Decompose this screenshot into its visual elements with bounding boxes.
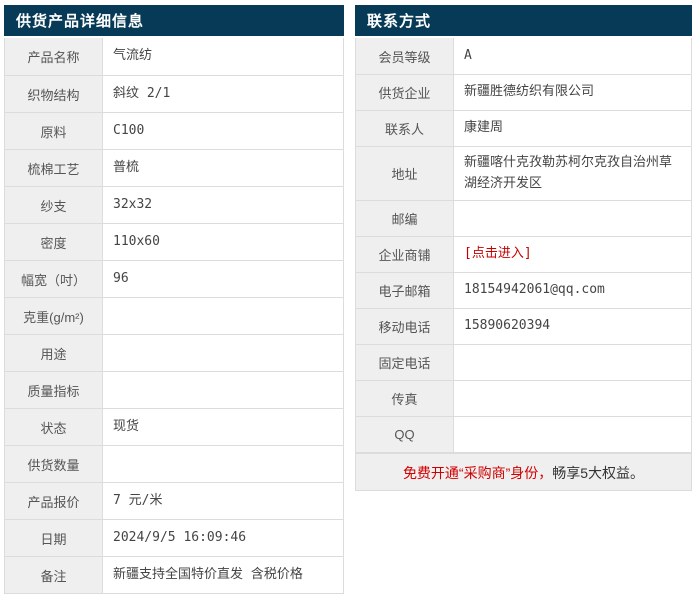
row-value: 2024/9/5 16:09:46: [103, 520, 343, 556]
row-value: [454, 345, 691, 380]
table-row: 织物结构 斜纹 2/1: [5, 75, 343, 112]
row-value: [103, 298, 343, 334]
contact-title: 联系方式: [355, 5, 692, 38]
table-row: 会员等级 A: [356, 38, 691, 74]
row-value: 普梳: [103, 150, 343, 186]
product-details-title: 供货产品详细信息: [4, 5, 344, 38]
row-label: 克重(g/m²): [5, 298, 103, 334]
table-row: 密度 110x60: [5, 223, 343, 260]
table-row: 产品报价 7 元/米: [5, 482, 343, 519]
row-label: 企业商铺: [356, 237, 454, 272]
table-row: 企业商铺 [点击进入]: [356, 236, 691, 272]
row-label: 产品报价: [5, 483, 103, 519]
table-row: 移动电话 15890620394: [356, 308, 691, 344]
table-row: 产品名称 气流纺: [5, 38, 343, 75]
table-row: 供货数量: [5, 445, 343, 482]
row-label: 梳棉工艺: [5, 150, 103, 186]
row-value: 15890620394: [454, 309, 691, 344]
row-label: 产品名称: [5, 38, 103, 75]
table-row: 备注 新疆支持全国特价直发 含税价格: [5, 556, 343, 593]
row-value: 110x60: [103, 224, 343, 260]
row-label: 状态: [5, 409, 103, 445]
table-row: 传真: [356, 380, 691, 416]
table-row: QQ: [356, 416, 691, 452]
promo-benefits-text: 畅享5大权益。: [552, 465, 644, 481]
table-row: 邮编: [356, 200, 691, 236]
row-label: 邮编: [356, 201, 454, 236]
row-label: 会员等级: [356, 38, 454, 74]
product-details-table: 产品名称 气流纺 织物结构 斜纹 2/1 原料 C100 梳棉工艺 普梳 纱支 …: [4, 38, 344, 594]
table-row: 用途: [5, 334, 343, 371]
table-row: 质量指标: [5, 371, 343, 408]
row-label: 固定电话: [356, 345, 454, 380]
table-row: 纱支 32x32: [5, 186, 343, 223]
table-row: 联系人 康建周: [356, 110, 691, 146]
row-value: C100: [103, 113, 343, 149]
product-details-panel: 供货产品详细信息 产品名称 气流纺 织物结构 斜纹 2/1 原料 C100 梳棉…: [4, 5, 344, 594]
row-label: 幅宽（吋）: [5, 261, 103, 297]
row-value: 7 元/米: [103, 483, 343, 519]
table-row: 状态 现货: [5, 408, 343, 445]
row-label: 密度: [5, 224, 103, 260]
row-label: 纱支: [5, 187, 103, 223]
promo-signup-link[interactable]: 免费开通“采购商”身份，: [403, 465, 552, 481]
row-value: 康建周: [454, 111, 691, 146]
contact-table: 会员等级 A 供货企业 新疆胜德纺织有限公司 联系人 康建周 地址 新疆喀什克孜…: [355, 38, 692, 453]
row-value: 气流纺: [103, 38, 343, 75]
table-row: 电子邮箱 18154942061@qq.com: [356, 272, 691, 308]
row-value: 现货: [103, 409, 343, 445]
row-label: 织物结构: [5, 76, 103, 112]
row-label: 供货企业: [356, 75, 454, 110]
row-label: 移动电话: [356, 309, 454, 344]
table-row: 供货企业 新疆胜德纺织有限公司: [356, 74, 691, 110]
buyer-promo-banner: 免费开通“采购商”身份，畅享5大权益。: [355, 453, 692, 491]
row-label: 地址: [356, 147, 454, 200]
contact-panel: 联系方式 会员等级 A 供货企业 新疆胜德纺织有限公司 联系人 康建周 地址 新…: [355, 5, 692, 491]
row-value: 斜纹 2/1: [103, 76, 343, 112]
row-value: [103, 446, 343, 482]
row-value: 新疆胜德纺织有限公司: [454, 75, 691, 110]
row-value: [103, 335, 343, 371]
table-row: 固定电话: [356, 344, 691, 380]
row-value: 18154942061@qq.com: [454, 273, 691, 308]
row-label: 供货数量: [5, 446, 103, 482]
row-value: 32x32: [103, 187, 343, 223]
row-value: [454, 201, 691, 236]
row-value: [454, 417, 691, 452]
row-value: A: [454, 38, 691, 74]
row-label: 用途: [5, 335, 103, 371]
row-label: 质量指标: [5, 372, 103, 408]
row-label: 备注: [5, 557, 103, 593]
row-label: 原料: [5, 113, 103, 149]
row-label: QQ: [356, 417, 454, 452]
shop-enter-link[interactable]: [点击进入]: [454, 237, 691, 272]
row-label: 联系人: [356, 111, 454, 146]
row-value: [454, 381, 691, 416]
row-value: 新疆喀什克孜勒苏柯尔克孜自治州草湖经济开发区: [454, 147, 691, 200]
table-row: 原料 C100: [5, 112, 343, 149]
table-row: 幅宽（吋） 96: [5, 260, 343, 297]
table-row: 克重(g/m²): [5, 297, 343, 334]
row-value: [103, 372, 343, 408]
row-label: 传真: [356, 381, 454, 416]
row-value: 新疆支持全国特价直发 含税价格: [103, 557, 343, 593]
table-row: 梳棉工艺 普梳: [5, 149, 343, 186]
table-row: 地址 新疆喀什克孜勒苏柯尔克孜自治州草湖经济开发区: [356, 146, 691, 200]
row-label: 电子邮箱: [356, 273, 454, 308]
table-row: 日期 2024/9/5 16:09:46: [5, 519, 343, 556]
row-label: 日期: [5, 520, 103, 556]
row-value: 96: [103, 261, 343, 297]
